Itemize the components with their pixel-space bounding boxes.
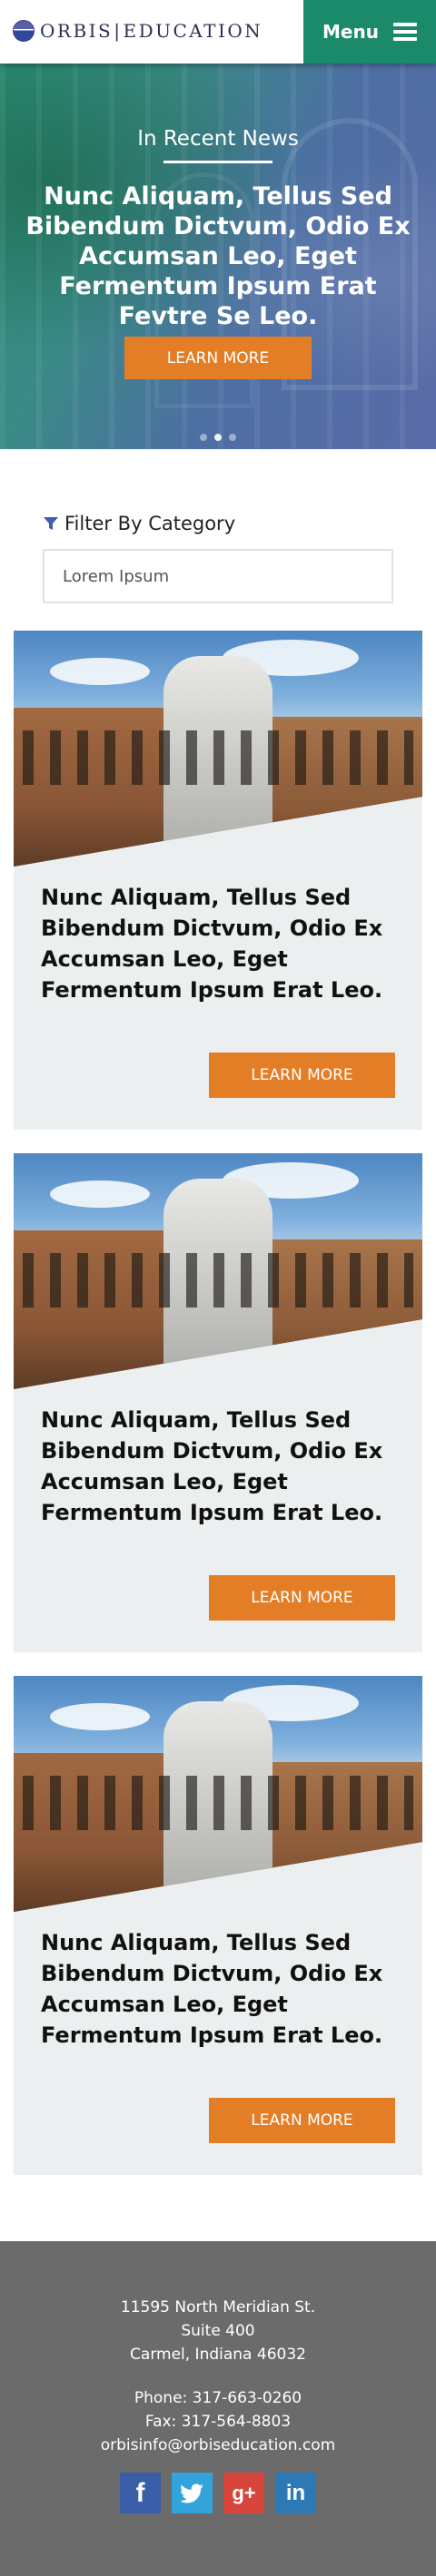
orbis-education-logo[interactable]: ORBIS|EDUCATION — [13, 20, 263, 42]
article-image — [14, 1153, 422, 1389]
globe-icon — [13, 20, 35, 42]
carousel-dot-active[interactable] — [214, 434, 222, 441]
cloud — [50, 1180, 150, 1208]
logo-text-right: EDUCATION — [123, 20, 263, 42]
cloud — [50, 1703, 150, 1730]
article-card: Nunc Aliquam, Tellus Sed Bibendum Dictvu… — [14, 1153, 422, 1652]
article-image — [14, 1676, 422, 1912]
footer-address: 11595 North Meridian St. Suite 400 Carme… — [0, 2296, 436, 2366]
category-select[interactable]: Lorem Ipsum — [43, 549, 393, 603]
site-footer: 11595 North Meridian St. Suite 400 Carme… — [0, 2241, 436, 2576]
logo-divider: | — [114, 20, 123, 42]
email-link[interactable]: orbisinfo@orbiseducation.com — [0, 2434, 436, 2457]
logo-wordmark: ORBIS|EDUCATION — [40, 20, 263, 42]
phone-number[interactable]: Phone: 317-663-0260 — [0, 2386, 436, 2410]
article-card: Nunc Aliquam, Tellus Sed Bibendum Dictvu… — [14, 1676, 422, 2175]
address-line: Suite 400 — [181, 2322, 255, 2340]
building-windows — [23, 1253, 413, 1308]
linkedin-icon[interactable]: in — [275, 2473, 316, 2513]
menu-label: Menu — [322, 21, 379, 43]
carousel-dots — [0, 434, 436, 441]
article-learn-more-button[interactable]: LEARN MORE — [209, 1575, 395, 1621]
filter-heading: Filter By Category — [43, 513, 235, 534]
facebook-icon[interactable]: f — [120, 2473, 161, 2513]
cloud — [50, 658, 150, 685]
social-links: f g+ in — [0, 2473, 436, 2513]
site-header: ORBIS|EDUCATION Menu — [0, 0, 436, 64]
logo-text-left: ORBIS — [40, 20, 114, 42]
hero-banner: In Recent News Nunc Aliquam, Tellus Sed … — [0, 64, 436, 449]
article-title[interactable]: Nunc Aliquam, Tellus Sed Bibendum Dictvu… — [41, 1927, 395, 2051]
article-image — [14, 631, 422, 867]
twitter-bird-icon — [180, 2483, 203, 2503]
fax-number: Fax: 317-564-8803 — [144, 2413, 292, 2431]
twitter-icon[interactable] — [172, 2473, 213, 2513]
building-windows — [23, 730, 413, 785]
hero-learn-more-button[interactable]: LEARN MORE — [124, 337, 312, 379]
article-card: Nunc Aliquam, Tellus Sed Bibendum Dictvu… — [14, 631, 422, 1130]
building-windows — [23, 1776, 413, 1830]
address-line: Carmel, Indiana 46032 — [130, 2346, 306, 2364]
carousel-dot[interactable] — [229, 434, 236, 441]
google-plus-icon[interactable]: g+ — [223, 2473, 264, 2513]
filter-section: Filter By Category Lorem Ipsum — [0, 449, 436, 631]
article-learn-more-button[interactable]: LEARN MORE — [209, 1053, 395, 1098]
article-title[interactable]: Nunc Aliquam, Tellus Sed Bibendum Dictvu… — [41, 882, 395, 1005]
hero-divider — [164, 161, 272, 163]
carousel-dot[interactable] — [200, 434, 207, 441]
footer-contact: Phone: 317-663-0260 Fax: 317-564-8803 or… — [0, 2386, 436, 2457]
filter-funnel-icon — [44, 517, 58, 530]
hamburger-icon — [392, 23, 417, 41]
menu-button[interactable]: Menu — [303, 0, 436, 64]
hero-title: Nunc Aliquam, Tellus Sed Bibendum Dictvu… — [25, 182, 411, 330]
article-title[interactable]: Nunc Aliquam, Tellus Sed Bibendum Dictvu… — [41, 1405, 395, 1528]
article-learn-more-button[interactable]: LEARN MORE — [209, 2098, 395, 2143]
hero-kicker: In Recent News — [137, 127, 299, 151]
filter-label: Filter By Category — [64, 513, 236, 534]
address-line: 11595 North Meridian St. — [120, 2298, 316, 2316]
